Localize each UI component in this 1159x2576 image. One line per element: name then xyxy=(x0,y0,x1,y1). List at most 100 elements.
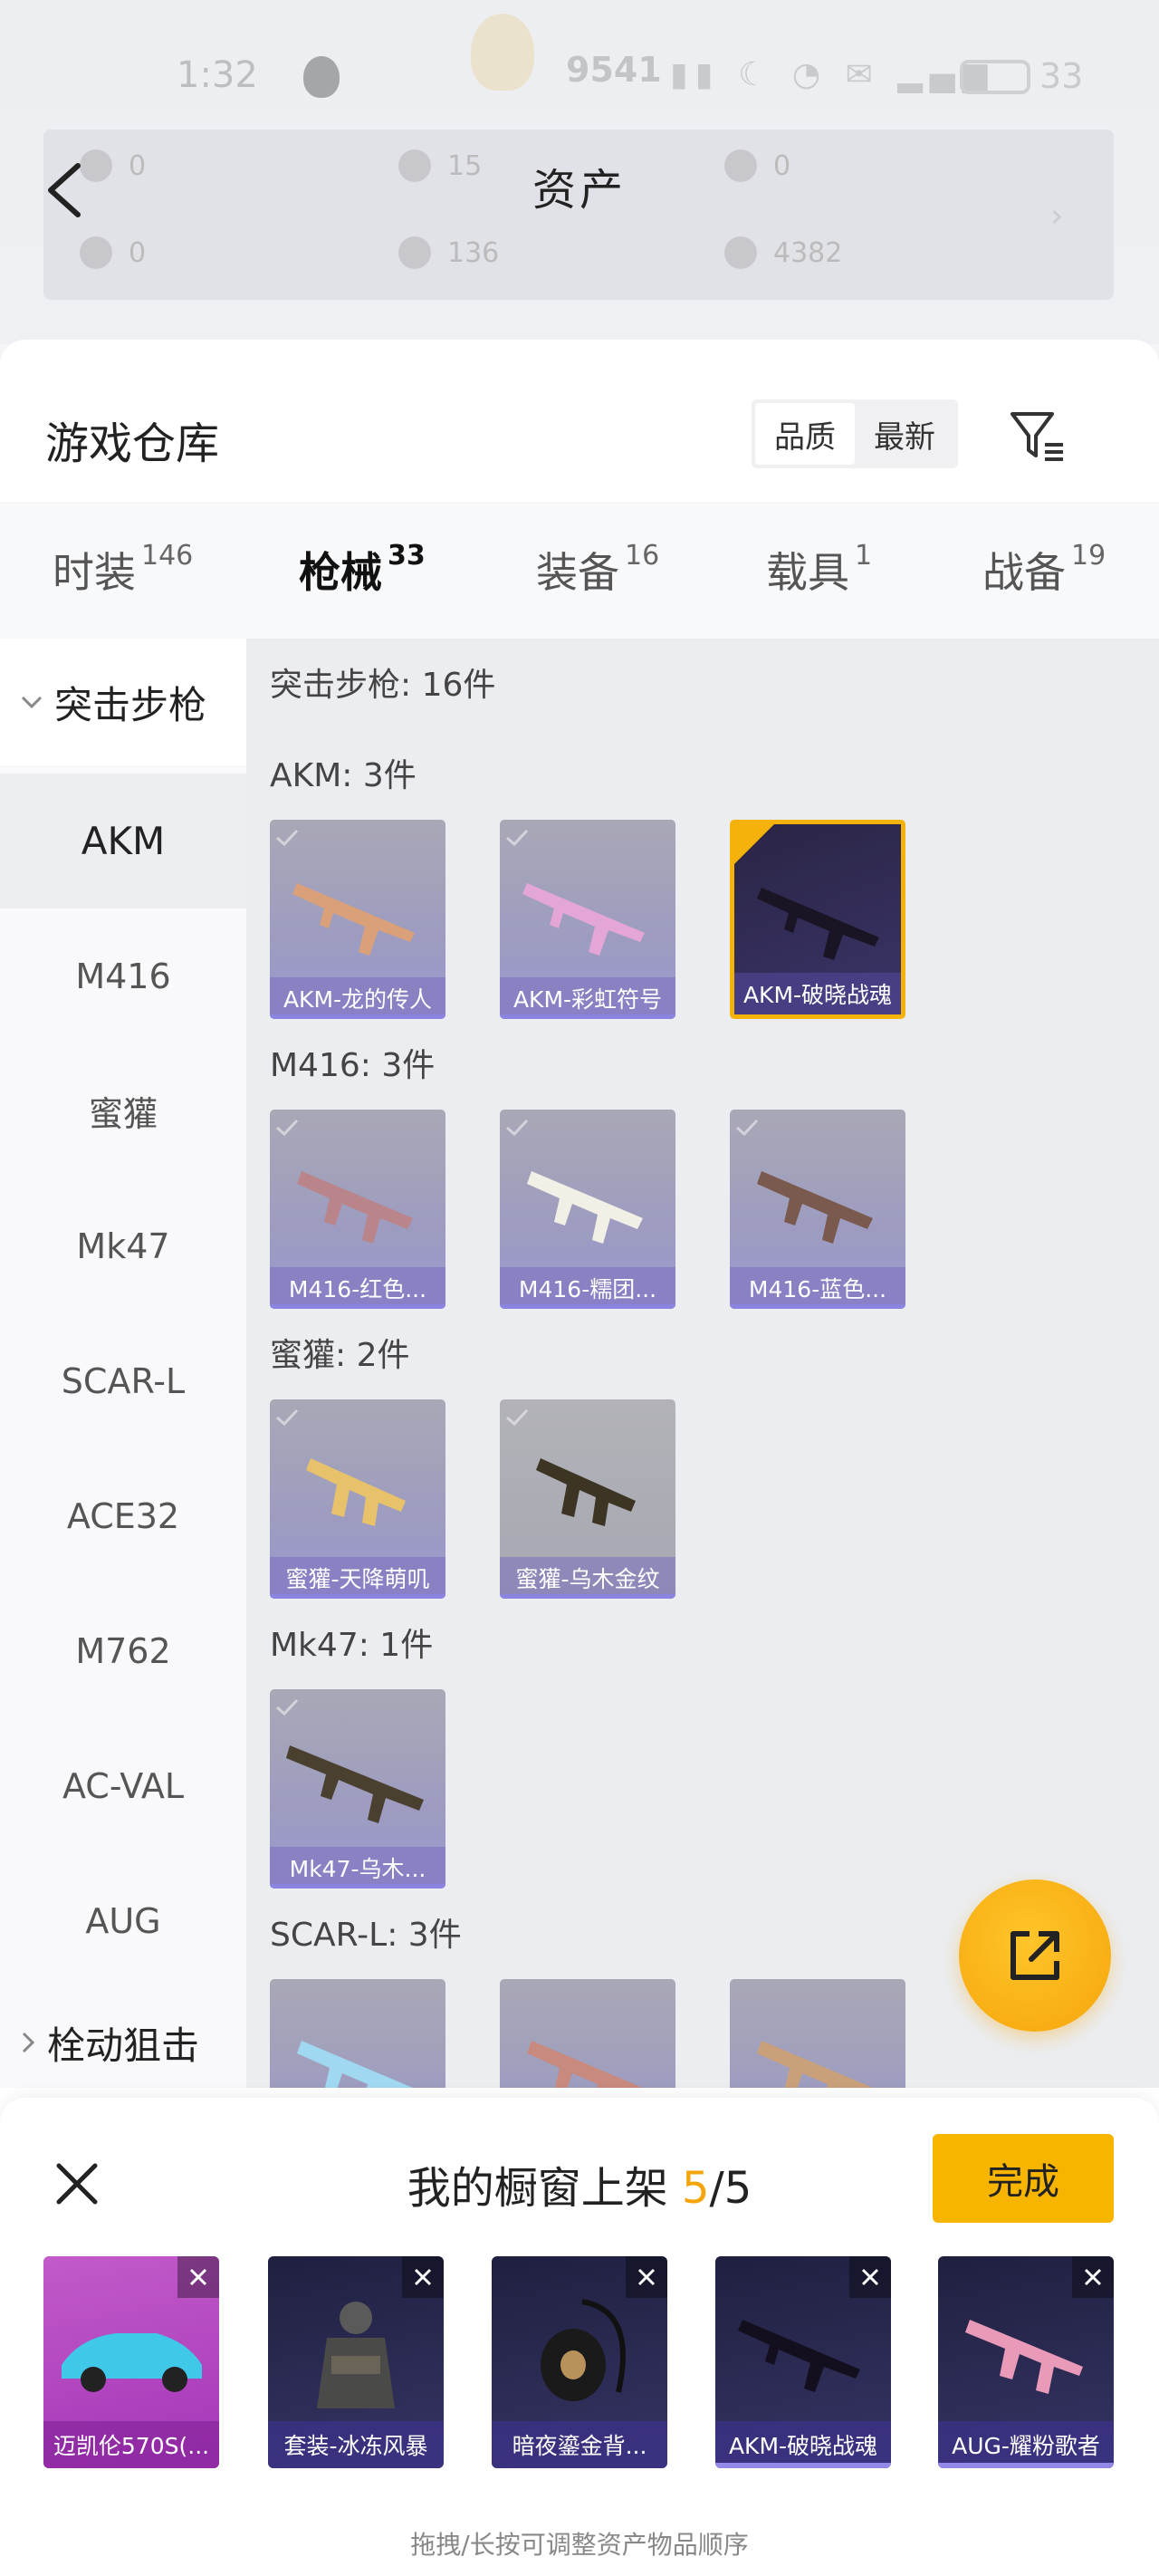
rifle-icon xyxy=(757,2041,873,2088)
coin-icon xyxy=(80,236,112,269)
rifle-icon xyxy=(286,1745,424,1823)
sidebar-item-honey-badger[interactable]: 蜜獾 xyxy=(0,1043,246,1178)
close-icon xyxy=(1084,2268,1102,2286)
category-count: 突击步枪: 16件 xyxy=(270,667,496,704)
system-icons: ▮▮ ☾ ◔ ✉ ▂▄▆ xyxy=(670,56,995,93)
status-bar: 1:32 9541 ▮▮ ☾ ◔ ✉ ▂▄▆ 33 xyxy=(0,0,1159,127)
section-label-scar-l: SCAR-L: 3件 xyxy=(270,1917,462,1954)
outfit-icon xyxy=(317,2302,395,2408)
status-score: 9541 xyxy=(566,50,662,90)
weapon-card[interactable] xyxy=(500,1979,675,2088)
share-icon xyxy=(1011,1931,1059,1980)
tab-fashion[interactable]: 时装 146 xyxy=(53,540,193,600)
sidebar-item-ace32[interactable]: ACE32 xyxy=(0,1448,246,1583)
check-icon xyxy=(734,824,774,864)
weapon-card[interactable]: Mk47-乌木... xyxy=(270,1689,445,1889)
sidebar-item-m762[interactable]: M762 xyxy=(0,1583,246,1718)
done-button[interactable]: 完成 xyxy=(933,2134,1114,2223)
sidebar-item-scar-l[interactable]: SCAR-L xyxy=(0,1313,246,1448)
tab-supplies[interactable]: 战备 19 xyxy=(982,540,1106,600)
sort-toggle: 品质 最新 xyxy=(752,399,958,468)
showcase-slot[interactable]: 迈凯伦570S(... xyxy=(43,2256,219,2468)
page-title: 资产 xyxy=(532,165,627,216)
weapon-card[interactable]: M416-红色... xyxy=(270,1110,445,1309)
weapon-card[interactable] xyxy=(270,1979,445,2088)
check-icon xyxy=(276,1698,299,1716)
top-header-zone: 1:32 9541 ▮▮ ☾ ◔ ✉ ▂▄▆ 33 0 15 0 0 136 4… xyxy=(0,0,1159,344)
showcase-current-count: 5 xyxy=(682,2163,710,2214)
rifle-icon xyxy=(527,2041,643,2088)
check-icon xyxy=(506,1408,529,1427)
tab-vehicles[interactable]: 载具 1 xyxy=(766,540,872,600)
rifle-icon xyxy=(738,2320,860,2392)
sort-newest-button[interactable]: 最新 xyxy=(855,403,954,465)
check-icon xyxy=(276,1119,299,1137)
check-icon xyxy=(506,829,529,847)
currency-item: 4382 xyxy=(724,236,842,269)
backpack-icon xyxy=(541,2299,626,2401)
reorder-hint: 拖拽/长按可调整资产物品顺序 xyxy=(410,2530,749,2560)
weapon-card[interactable]: 蜜獾-乌木金纹 xyxy=(500,1399,675,1599)
weapon-card[interactable] xyxy=(730,1979,905,2088)
currency-item: 0 xyxy=(80,236,146,269)
sidebar-item-m416[interactable]: M416 xyxy=(0,908,246,1043)
weapon-card[interactable]: AKM-龙的传人 xyxy=(270,820,445,1019)
sidebar-item-mk47[interactable]: Mk47 xyxy=(0,1178,246,1313)
weapon-card-selected[interactable]: AKM-破晓战魂 xyxy=(730,820,905,1019)
qq-icon xyxy=(303,56,340,98)
weapon-card[interactable]: 蜜獾-天降萌叽 xyxy=(270,1399,445,1599)
weapon-grid: 突击步枪: 16件 AKM: 3件 AKM-龙的传人 AKM-彩虹符号 AKM-… xyxy=(246,639,1159,2088)
coin-icon xyxy=(398,236,431,269)
sidebar-group-bolt-action[interactable]: 栓动狙击 xyxy=(0,1979,246,2106)
car-icon xyxy=(62,2333,202,2392)
weapon-card[interactable]: AKM-彩虹符号 xyxy=(500,820,675,1019)
battery-percent: 33 xyxy=(1039,56,1084,96)
warehouse-title: 游戏仓库 xyxy=(45,418,220,469)
status-time: 1:32 xyxy=(177,54,258,96)
chevron-down-icon xyxy=(21,696,43,709)
sidebar-item-akm[interactable]: AKM xyxy=(0,774,246,908)
rifle-icon xyxy=(297,1171,413,1244)
tab-equipment[interactable]: 装备 16 xyxy=(536,540,659,600)
filter-icon xyxy=(1011,412,1063,461)
rifle-icon xyxy=(757,1171,873,1244)
rifle-icon xyxy=(292,883,415,956)
battery-icon xyxy=(960,60,1030,94)
weapon-sidebar: 突击步枪 AKM M416 蜜獾 Mk47 SCAR-L ACE32 M762 … xyxy=(0,639,246,2088)
check-icon xyxy=(736,1119,759,1137)
rifle-icon xyxy=(297,2041,413,2088)
flame-icon xyxy=(471,14,534,91)
rifle-icon xyxy=(757,888,879,960)
filter-button[interactable] xyxy=(1005,403,1068,466)
rifle-icon xyxy=(965,2320,1083,2394)
check-icon xyxy=(506,1119,529,1137)
section-label-mk47: Mk47: 1件 xyxy=(270,1627,434,1664)
close-icon xyxy=(861,2268,879,2286)
close-icon xyxy=(637,2268,656,2286)
section-label-akm: AKM: 3件 xyxy=(270,757,417,794)
sidebar-item-ac-val[interactable]: AC-VAL xyxy=(0,1718,246,1853)
chevron-right-icon xyxy=(22,2032,35,2053)
rifle-icon xyxy=(527,1171,643,1244)
currency-item: 136 xyxy=(398,236,499,269)
sidebar-group-assault-rifles[interactable]: 突击步枪 xyxy=(0,639,246,765)
weapon-card[interactable]: M416-蓝色... xyxy=(730,1110,905,1309)
warehouse-header: 游戏仓库 品质 最新 xyxy=(0,340,1159,503)
showcase-slot[interactable]: 套装-冰冻风暴 xyxy=(268,2256,444,2468)
showcase-slot[interactable]: 暗夜鎏金背... xyxy=(492,2256,667,2468)
section-label-honey-badger: 蜜獾: 2件 xyxy=(270,1337,410,1374)
check-icon xyxy=(276,1408,299,1427)
rifle-icon xyxy=(522,883,645,956)
weapon-card[interactable]: M416-糯团... xyxy=(500,1110,675,1309)
close-icon xyxy=(189,2268,207,2286)
tab-weapons[interactable]: 枪械 33 xyxy=(299,540,426,600)
coin-icon xyxy=(724,236,757,269)
showcase-slot[interactable]: AKM-破晓战魂 xyxy=(715,2256,891,2468)
sort-quality-button[interactable]: 品质 xyxy=(755,403,855,465)
showcase-total-count: /5 xyxy=(709,2163,752,2214)
showcase-slot[interactable]: AUG-耀粉歌者 xyxy=(938,2256,1114,2468)
share-button[interactable] xyxy=(959,1879,1111,2032)
sidebar-item-aug[interactable]: AUG xyxy=(0,1853,246,1988)
category-tabs: 时装 146 枪械 33 装备 16 载具 1 战备 19 xyxy=(0,503,1159,779)
check-icon xyxy=(276,829,299,847)
